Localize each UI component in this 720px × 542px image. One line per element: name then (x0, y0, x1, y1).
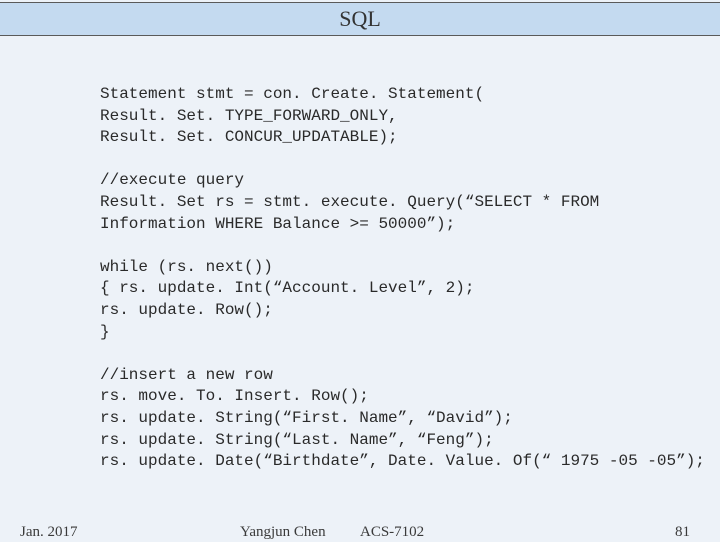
footer-course: ACS-7102 (360, 524, 424, 541)
footer-author: Yangjun Chen (240, 524, 326, 541)
footer-date: Jan. 2017 (20, 524, 78, 541)
slide-title: SQL (0, 2, 720, 36)
code-content: Statement stmt = con. Create. Statement(… (0, 36, 720, 473)
footer-page-number: 81 (675, 524, 690, 541)
